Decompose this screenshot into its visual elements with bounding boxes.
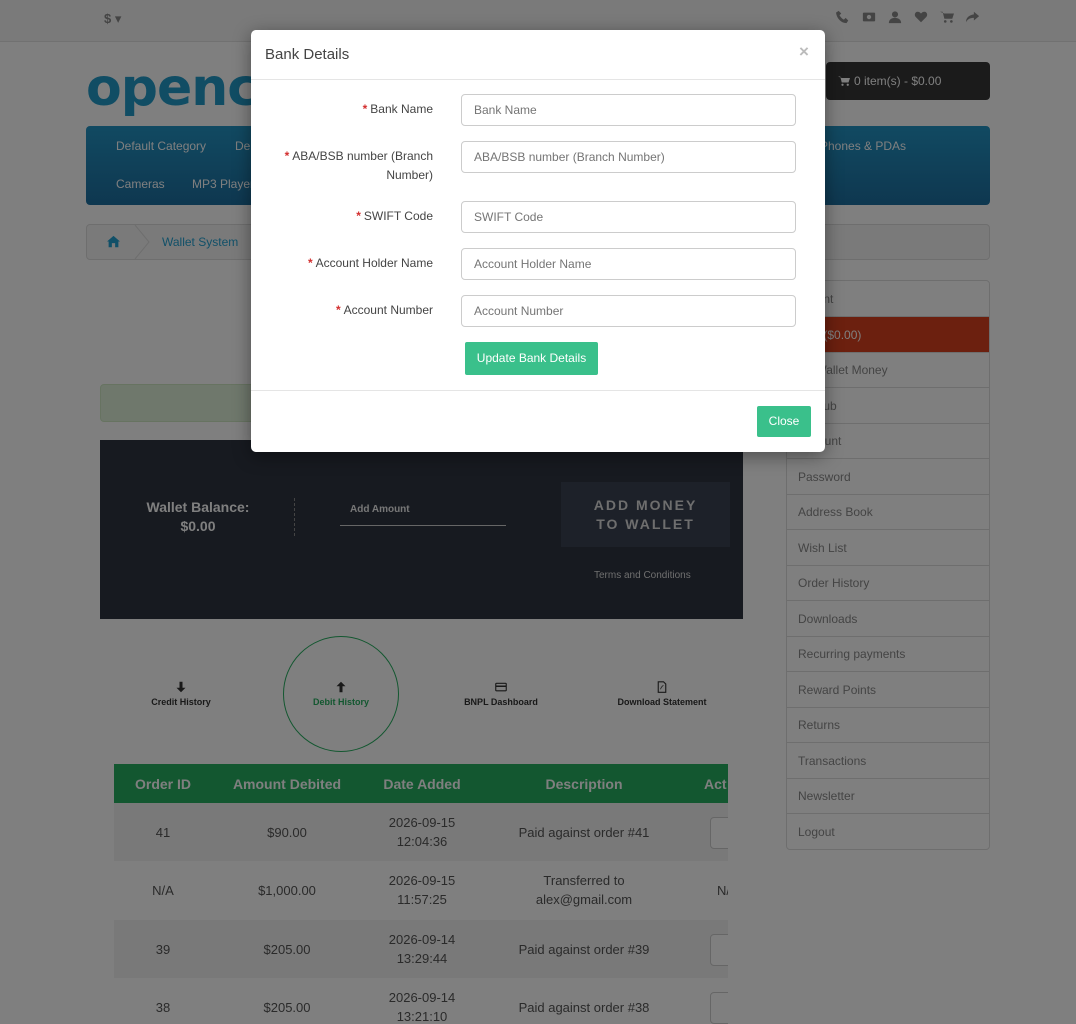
account-number-label: * Account Number [335, 303, 433, 317]
account-number-input[interactable] [461, 295, 796, 327]
bank-details-modal: Bank Details × *Bank Name *ABA/BSB numbe… [251, 30, 825, 452]
swift-code-label: * SWIFT Code [356, 209, 433, 223]
aba-bsb-input[interactable] [461, 141, 796, 173]
modal-footer-divider [251, 390, 825, 391]
account-holder-label: * Account Holder Name [307, 256, 433, 270]
modal-title: Bank Details [265, 46, 350, 63]
account-holder-input[interactable] [461, 248, 796, 280]
close-icon[interactable]: × [799, 42, 809, 62]
swift-code-input[interactable] [461, 201, 796, 233]
close-button[interactable]: Close [757, 406, 811, 437]
bank-name-input[interactable] [461, 94, 796, 126]
aba-bsb-label: * ABA/BSB number (Branch Number) [284, 149, 433, 182]
modal-header-divider [251, 79, 825, 80]
bank-name-label: * Bank Name [362, 102, 433, 116]
update-bank-details-button[interactable]: Update Bank Details [465, 342, 598, 375]
